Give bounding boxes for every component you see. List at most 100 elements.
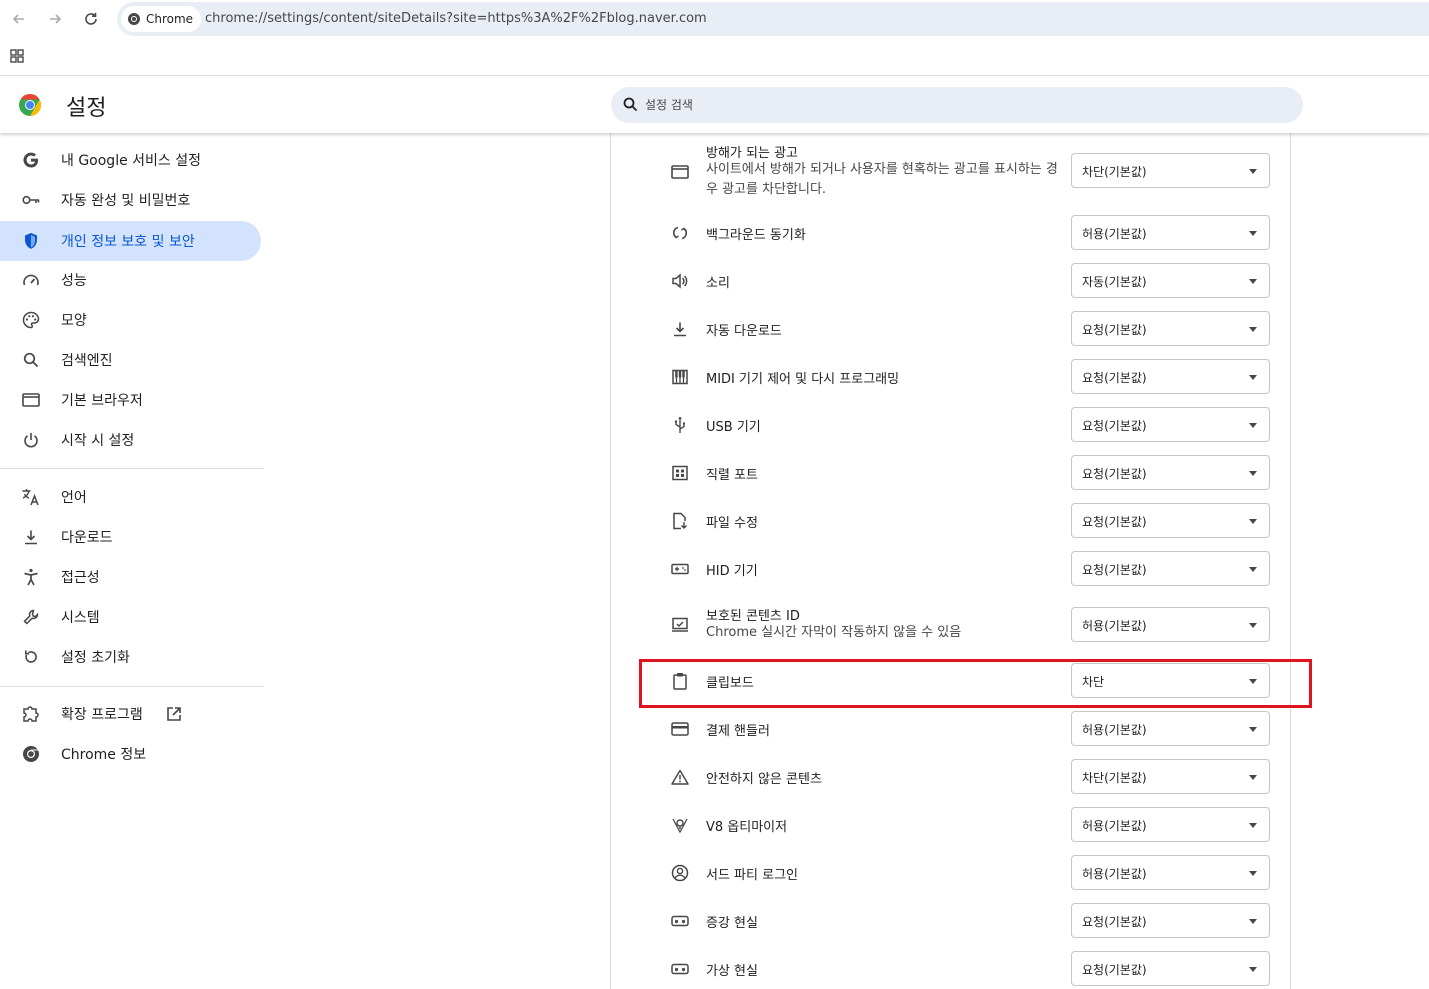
dropdown-arrow-icon [1249, 519, 1257, 524]
permission-row-virtual-reality: 가상 현실 요청(기본값) [611, 951, 1290, 987]
sidebar-item-label: 모양 [61, 313, 87, 329]
sidebar-item-autofill[interactable]: 자동 완성 및 비밀번호 [0, 180, 261, 220]
translate-icon [21, 487, 41, 507]
permission-row-v8-optimizer: V8 옵티마이저 허용(기본값) [611, 807, 1290, 843]
sidebar-item-search-engine[interactable]: 검색엔진 [0, 340, 261, 380]
permission-select[interactable]: 허용(기본값) [1071, 607, 1270, 642]
select-value: 허용(기본값) [1082, 819, 1147, 833]
ar-headset-icon [670, 911, 690, 931]
permission-row-sound: 소리 자동(기본값) [611, 263, 1290, 299]
sidebar-item-label: 내 Google 서비스 설정 [61, 153, 201, 169]
address-bar[interactable]: Chrome chrome://settings/content/siteDet… [117, 2, 1429, 36]
sidebar-item-downloads[interactable]: 다운로드 [0, 517, 261, 557]
sidebar-item-privacy-security[interactable]: 개인 정보 보호 및 보안 [0, 221, 261, 261]
select-value: 요청(기본값) [1082, 419, 1147, 433]
select-value: 요청(기본값) [1082, 563, 1147, 577]
permission-select[interactable]: 요청(기본값) [1071, 359, 1270, 394]
permission-select[interactable]: 차단(기본값) [1071, 759, 1270, 794]
sidebar-item-system[interactable]: 시스템 [0, 597, 261, 637]
sidebar-item-about-chrome[interactable]: Chrome 정보 [0, 734, 261, 774]
permission-select[interactable]: 허용(기본값) [1071, 807, 1270, 842]
permission-select[interactable]: 요청(기본값) [1071, 551, 1270, 586]
sidebar-item-languages[interactable]: 언어 [0, 477, 261, 517]
settings-header: 설정 [0, 77, 1429, 133]
apps-grid-icon[interactable] [10, 49, 24, 63]
url-text[interactable]: chrome://settings/content/siteDetails?si… [205, 11, 707, 26]
permission-row-insecure-content: 안전하지 않은 콘텐츠 차단(기본값) [611, 759, 1290, 795]
permission-description: Chrome 실시간 자막이 작동하지 않을 수 있음 [706, 625, 962, 640]
account-circle-icon [670, 863, 690, 883]
permission-select[interactable]: 요청(기본값) [1071, 951, 1270, 986]
dropdown-arrow-icon [1249, 823, 1257, 828]
select-value: 허용(기본값) [1082, 723, 1147, 737]
v8-icon [670, 815, 690, 835]
select-value: 요청(기본값) [1082, 963, 1147, 977]
warning-icon [670, 767, 690, 787]
permission-row-ads: 방해가 되는 광고 사이트에서 방해가 되거나 사용자를 현혹하는 광고를 표시… [611, 141, 1290, 203]
permission-select[interactable]: 허용(기본값) [1071, 855, 1270, 890]
sidebar-item-label: 검색엔진 [61, 353, 113, 369]
sidebar-item-google-services[interactable]: 내 Google 서비스 설정 [0, 140, 261, 180]
dropdown-arrow-icon [1249, 919, 1257, 924]
search-input[interactable] [645, 87, 1285, 123]
dropdown-arrow-icon [1249, 623, 1257, 628]
permission-title: HID 기기 [706, 564, 758, 579]
sidebar-item-reset-settings[interactable]: 설정 초기화 [0, 637, 261, 677]
dropdown-arrow-icon [1249, 279, 1257, 284]
select-value: 요청(기본값) [1082, 515, 1147, 529]
permission-title: USB 기기 [706, 420, 761, 435]
google-g-icon [21, 150, 41, 170]
sidebar-item-label: 확장 프로그램 [61, 707, 143, 723]
permission-title: 백그라운드 동기화 [706, 228, 806, 243]
select-value: 요청(기본값) [1082, 323, 1147, 337]
sidebar-item-extensions[interactable]: 확장 프로그램 [0, 694, 261, 734]
select-value: 차단(기본값) [1082, 165, 1147, 179]
permission-title: 안전하지 않은 콘텐츠 [706, 772, 822, 787]
reload-button[interactable] [80, 8, 102, 30]
permission-select[interactable]: 허용(기본값) [1071, 711, 1270, 746]
sidebar-item-performance[interactable]: 성능 [0, 260, 261, 300]
permission-row-protected-content: 보호된 콘텐츠 ID Chrome 실시간 자막이 작동하지 않을 수 있음 허… [611, 605, 1290, 645]
sidebar-item-label: 접근성 [61, 570, 100, 586]
download-icon [670, 319, 690, 339]
dropdown-arrow-icon [1249, 169, 1257, 174]
permission-title: 방해가 되는 광고 [706, 146, 798, 161]
sidebar-item-on-startup[interactable]: 시작 시 설정 [0, 420, 261, 460]
dropdown-arrow-icon [1249, 727, 1257, 732]
dropdown-arrow-icon [1249, 375, 1257, 380]
download-icon [21, 527, 41, 547]
permission-select[interactable]: 요청(기본값) [1071, 311, 1270, 346]
bookmarks-bar [0, 38, 1429, 76]
dropdown-arrow-icon [1249, 231, 1257, 236]
select-value: 자동(기본값) [1082, 275, 1147, 289]
permission-title: 파일 수정 [706, 516, 758, 531]
dropdown-arrow-icon [1249, 471, 1257, 476]
permission-row-payment-handlers: 결제 핸들러 허용(기본값) [611, 711, 1290, 747]
site-chip[interactable]: Chrome [121, 6, 202, 32]
sidebar-item-label: 시스템 [61, 610, 100, 626]
search-icon [623, 97, 638, 112]
extension-icon [21, 704, 41, 724]
permission-select[interactable]: 요청(기본값) [1071, 903, 1270, 938]
settings-search[interactable] [611, 87, 1303, 123]
permission-select[interactable]: 자동(기본값) [1071, 263, 1270, 298]
permission-select[interactable]: 요청(기본값) [1071, 503, 1270, 538]
permission-select[interactable]: 차단(기본값) [1071, 153, 1270, 188]
back-button[interactable] [8, 8, 30, 30]
chrome-icon [21, 744, 41, 764]
sync-icon [670, 223, 690, 243]
sidebar-item-default-browser[interactable]: 기본 브라우저 [0, 380, 261, 420]
sidebar-item-appearance[interactable]: 모양 [0, 300, 261, 340]
sidebar-item-label: 언어 [61, 490, 87, 506]
speaker-icon [670, 271, 690, 291]
vr-headset-icon [670, 959, 690, 979]
forward-button[interactable] [44, 8, 66, 30]
sidebar-item-accessibility[interactable]: 접근성 [0, 557, 261, 597]
sidebar-divider [0, 686, 264, 687]
permission-select[interactable]: 요청(기본값) [1071, 407, 1270, 442]
permission-select[interactable]: 요청(기본값) [1071, 455, 1270, 490]
power-icon [21, 430, 41, 450]
serial-port-icon [670, 463, 690, 483]
permission-select[interactable]: 허용(기본값) [1071, 215, 1270, 250]
select-value: 차단(기본값) [1082, 771, 1147, 785]
